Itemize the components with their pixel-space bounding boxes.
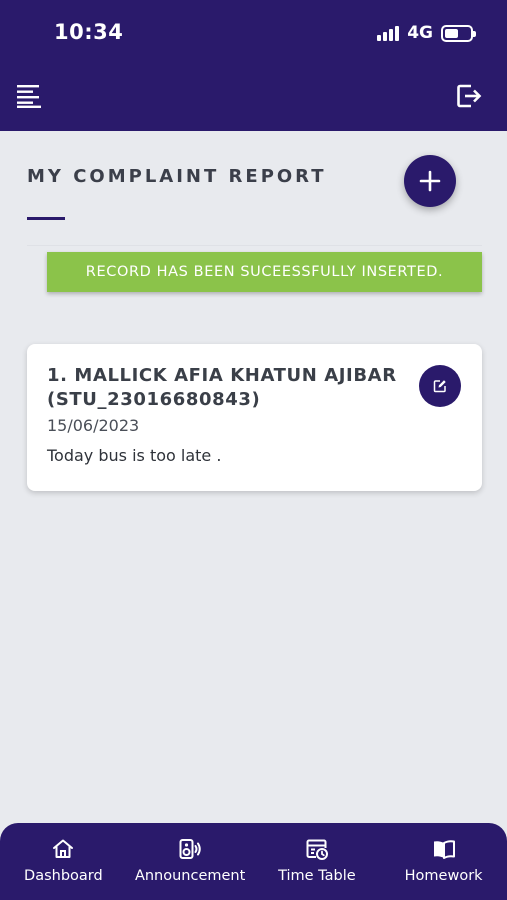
menu-icon[interactable] <box>17 84 43 108</box>
status-icons: 4G <box>377 22 476 44</box>
signal-icon <box>377 25 400 41</box>
edit-icon <box>433 380 446 393</box>
complaint-card: 1. MALLICK AFIA KHATUN AJIBAR (STU_23016… <box>27 344 482 491</box>
complaint-date: 15/06/2023 <box>47 416 140 435</box>
nav-label-homework: Homework <box>404 868 483 884</box>
success-toast: RECORD HAS BEEN SUCEESSFULLY INSERTED. <box>47 252 482 292</box>
home-icon <box>53 839 74 858</box>
status-time: 10:34 <box>54 20 124 44</box>
nav-label-dashboard: Dashboard <box>24 868 103 884</box>
edit-complaint-button[interactable] <box>419 365 461 407</box>
nav-label-time-table: Time Table <box>278 868 356 884</box>
app-header: 10:34 4G <box>0 0 507 131</box>
divider <box>27 245 482 246</box>
nav-announcement[interactable]: Announcement <box>127 823 254 900</box>
network-label: 4G <box>407 23 433 43</box>
status-bar: 10:34 4G <box>0 0 507 64</box>
battery-icon <box>441 24 476 42</box>
speaker-icon <box>179 839 201 859</box>
nav-label-announcement: Announcement <box>134 868 246 884</box>
complaint-student-name: 1. MALLICK AFIA KHATUN AJIBAR (STU_23016… <box>47 365 397 410</box>
calendar-clock-icon <box>306 839 328 860</box>
nav-dashboard[interactable]: Dashboard <box>0 823 127 900</box>
page-title: MY COMPLAINT REPORT <box>27 166 327 187</box>
book-icon <box>433 840 455 859</box>
plus-icon <box>419 170 441 192</box>
complaint-description: Today bus is too late . <box>47 446 222 465</box>
title-underline <box>27 217 65 220</box>
logout-icon[interactable] <box>455 82 483 110</box>
nav-time-table[interactable]: Time Table <box>254 823 381 900</box>
nav-homework[interactable]: Homework <box>380 823 507 900</box>
bottom-navigation: Dashboard Announcement Time Table Homewo… <box>0 823 507 900</box>
add-complaint-button[interactable] <box>404 155 456 207</box>
